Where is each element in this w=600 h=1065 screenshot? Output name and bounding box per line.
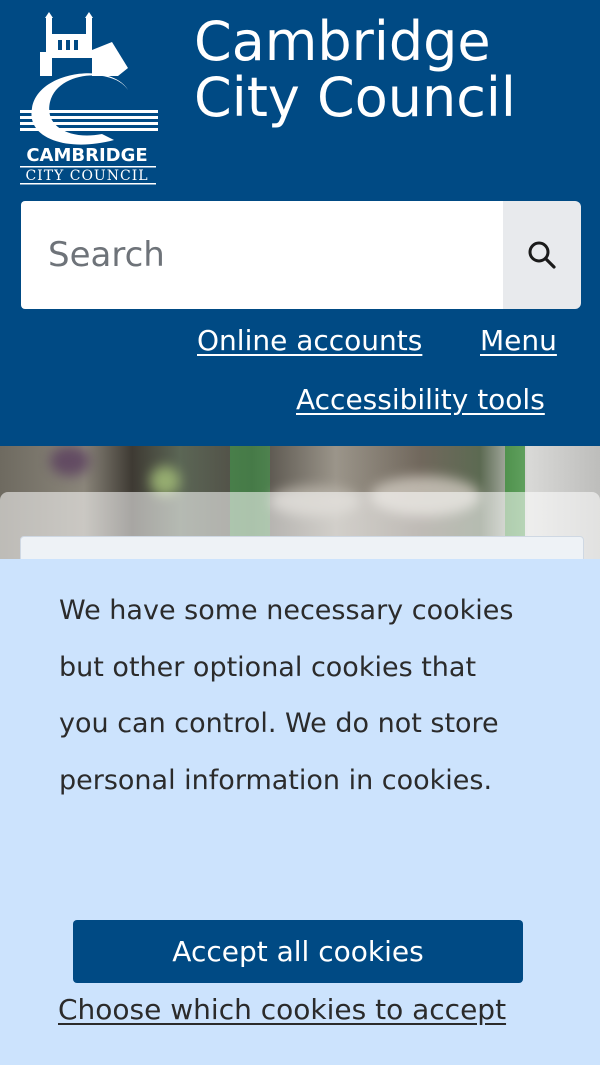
accept-all-cookies-button[interactable]: Accept all cookies xyxy=(73,920,523,983)
cookie-message: We have some necessary cookies but other… xyxy=(59,595,514,796)
online-accounts-link[interactable]: Online accounts xyxy=(197,324,422,358)
council-logo[interactable]: CAMBRIDGE CITY COUNCIL xyxy=(16,12,158,188)
council-crest-icon: CAMBRIDGE CITY COUNCIL xyxy=(20,12,158,185)
search-icon xyxy=(528,241,556,269)
menu-link[interactable]: Menu xyxy=(480,324,557,358)
site-title: Cambridge City Council xyxy=(194,10,516,129)
search-button[interactable] xyxy=(503,201,581,309)
logo-subwordmark: CITY COUNCIL xyxy=(25,168,148,184)
logo-wordmark: CAMBRIDGE xyxy=(26,145,147,166)
search-form xyxy=(21,201,581,309)
choose-cookies-link[interactable]: Choose which cookies to accept xyxy=(58,991,506,1029)
search-input[interactable] xyxy=(21,201,503,309)
cookie-banner: We have some necessary cookies but other… xyxy=(0,559,600,1065)
site-header: CAMBRIDGE CITY COUNCIL Cambridge City Co… xyxy=(0,0,600,446)
accessibility-tools-link[interactable]: Accessibility tools xyxy=(296,383,545,417)
